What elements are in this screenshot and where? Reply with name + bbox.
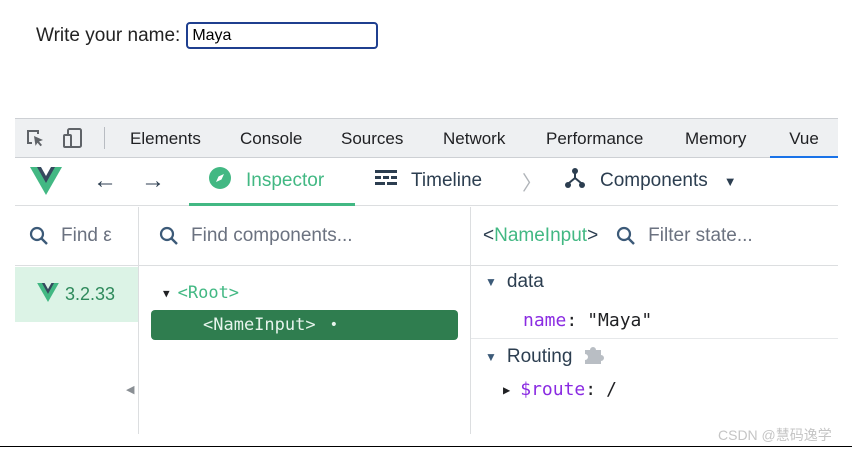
- app-version-row[interactable]: 3.2.33: [15, 267, 138, 322]
- vue-logo-icon: [30, 158, 62, 204]
- name-input[interactable]: [186, 22, 379, 49]
- tab-performance[interactable]: Performance: [546, 119, 643, 158]
- tab-memory[interactable]: Memory: [685, 119, 746, 158]
- tab-network[interactable]: Network: [443, 119, 505, 158]
- vue-toolbar: ← → Inspector Timeline 〉 Components ▼: [15, 158, 838, 206]
- components-label: Components: [600, 170, 708, 191]
- filter-state-placeholder[interactable]: Filter state...: [648, 225, 753, 247]
- inspector-panes: Find ε 3.2.33 ◀ Find components... ▼ <Ro…: [15, 207, 838, 434]
- tab-vue[interactable]: Vue: [770, 119, 838, 158]
- data-section-header[interactable]: ▼ data: [485, 271, 544, 293]
- expand-triangle-icon[interactable]: ▼: [485, 275, 497, 289]
- tab-sources[interactable]: Sources: [341, 119, 403, 158]
- collapse-arrow-icon[interactable]: ◀: [126, 383, 134, 396]
- tree-root-node[interactable]: ▼ <Root>: [163, 283, 239, 303]
- inspector-label: Inspector: [246, 170, 325, 191]
- inspector-active-indicator: [189, 203, 355, 206]
- devtools-panel: Elements Console Sources Network Perform…: [15, 118, 838, 434]
- plugin-puzzle-icon: [582, 343, 606, 371]
- name-label: Write your name:: [36, 24, 181, 46]
- route-key: $route: [520, 379, 586, 400]
- root-tag: <Root>: [177, 283, 240, 303]
- section-divider: [471, 338, 838, 339]
- vue-version: 3.2.33: [65, 284, 116, 304]
- state-header: <NameInput> Filter state...: [471, 207, 838, 266]
- timeline-tab[interactable]: Timeline: [375, 158, 482, 204]
- device-toolbar-icon[interactable]: [62, 127, 84, 149]
- data-name-row[interactable]: name : "Maya": [523, 310, 652, 331]
- name-form: Write your name:: [36, 22, 379, 49]
- tab-console[interactable]: Console: [240, 119, 302, 158]
- app-search[interactable]: Find ε: [15, 207, 138, 266]
- inspector-tab[interactable]: Inspector: [208, 158, 324, 204]
- search-icon: [29, 226, 49, 246]
- data-colon: :: [566, 310, 578, 331]
- chevron-right-icon: 〉: [522, 172, 542, 195]
- expand-triangle-icon[interactable]: ▼: [163, 287, 170, 300]
- component-tree-icon: [564, 167, 586, 195]
- route-value: /: [606, 379, 617, 400]
- app-selector-pane: Find ε 3.2.33 ◀: [15, 207, 139, 434]
- watermark: CSDN @慧码逸学: [718, 427, 832, 443]
- back-arrow-icon[interactable]: ←: [93, 158, 117, 204]
- component-tree-pane: Find components... ▼ <Root> <NameInput> …: [139, 207, 471, 434]
- selected-component-tag: <NameInput>: [203, 315, 316, 335]
- toolbar-separator: [104, 127, 105, 149]
- tree-selected-node[interactable]: <NameInput> •: [151, 310, 458, 340]
- data-value: "Maya": [587, 310, 653, 331]
- inspect-element-icon[interactable]: [24, 127, 46, 149]
- routing-section-header[interactable]: ▼ Routing: [485, 343, 606, 371]
- selected-component-name: <NameInput>: [483, 225, 598, 247]
- vue-logo-icon: [37, 282, 59, 307]
- caret-down-icon: ▼: [723, 173, 737, 189]
- collapsed-triangle-icon[interactable]: ▶: [503, 383, 510, 397]
- component-search-placeholder: Find components...: [191, 225, 353, 246]
- data-key: name: [523, 310, 567, 331]
- timeline-label: Timeline: [411, 170, 483, 191]
- devtools-tab-bar: Elements Console Sources Network Perform…: [15, 118, 838, 158]
- route-colon: :: [585, 379, 597, 400]
- component-name-text: <NameInput>: [483, 225, 599, 246]
- state-pane: <NameInput> Filter state... ▼ data name …: [471, 207, 838, 434]
- expand-triangle-icon[interactable]: ▼: [485, 350, 497, 364]
- component-search[interactable]: Find components...: [139, 207, 470, 266]
- data-section-label: data: [506, 271, 544, 292]
- components-dropdown[interactable]: Components ▼: [564, 158, 737, 204]
- tab-elements[interactable]: Elements: [130, 119, 201, 158]
- app-search-placeholder: Find ε: [61, 225, 112, 246]
- timeline-icon: [375, 169, 397, 193]
- compass-icon: [208, 166, 232, 196]
- search-icon: [616, 226, 636, 246]
- routing-section-label: Routing: [506, 346, 573, 367]
- selected-indicator-dot: •: [329, 317, 339, 333]
- search-icon: [159, 226, 179, 246]
- bottom-border: [0, 446, 852, 447]
- route-row[interactable]: ▶ $route : /: [503, 379, 617, 400]
- forward-arrow-icon[interactable]: →: [141, 158, 165, 204]
